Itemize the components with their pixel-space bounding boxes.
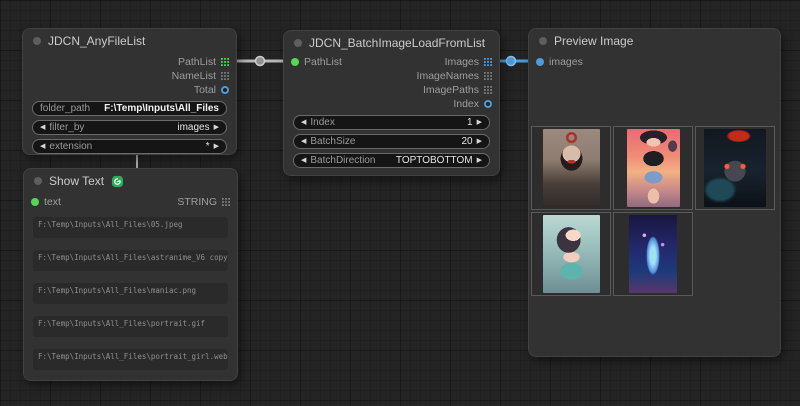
node-title: Show Text (49, 174, 104, 188)
link-midpoint-dot (256, 57, 265, 66)
pathlist-input-dot[interactable] (291, 58, 299, 66)
node-preview-image[interactable]: Preview Image images (528, 28, 781, 357)
images-output-icon[interactable] (484, 58, 492, 66)
increment-arrow-icon[interactable]: ▶ (477, 157, 482, 164)
list-output-icon[interactable] (221, 58, 229, 66)
widget-filter-by[interactable]: ◀ filter_by images ▶ (32, 120, 227, 135)
node-graph-canvas[interactable]: JDCN_AnyFileList PathList NameList Total… (0, 0, 800, 406)
text-input-dot[interactable] (31, 198, 39, 206)
list-output-icon[interactable] (221, 72, 229, 80)
text-output-box[interactable]: F:\Temp\Inputs\All_Files\maniac.png (33, 283, 228, 304)
node-titlebar[interactable]: Show Text (24, 169, 237, 193)
node-show-text[interactable]: Show Text text STRING F:\Temp\Inputs\All… (23, 168, 238, 381)
slot-row-pathlist-images: PathList Images (284, 55, 499, 69)
link-midpoint-dot (507, 57, 516, 66)
custom-scripts-badge-icon (111, 175, 124, 188)
preview-cell (613, 126, 693, 210)
node-title: JDCN_BatchImageLoadFromList (309, 36, 485, 50)
node-title: Preview Image (554, 34, 633, 48)
preview-cell (695, 126, 775, 210)
decrement-arrow-icon[interactable]: ◀ (40, 143, 45, 150)
widget-extension[interactable]: ◀ extension * ▶ (32, 139, 227, 154)
preview-thumbnail-grid (531, 126, 779, 296)
string-output-icon[interactable] (222, 198, 230, 206)
increment-arrow-icon[interactable]: ▶ (477, 138, 482, 145)
node-titlebar[interactable]: JDCN_BatchImageLoadFromList (284, 31, 499, 55)
widget-index[interactable]: ◀ Index 1 ▶ (293, 115, 490, 130)
preview-cell (531, 212, 611, 296)
decrement-arrow-icon[interactable]: ◀ (301, 157, 306, 164)
list-output-icon[interactable] (484, 72, 492, 80)
widget-batchdirection[interactable]: ◀ BatchDirection TOPTOBOTTOM ▶ (293, 153, 490, 168)
text-output-box[interactable]: F:\Temp\Inputs\All_Files\05.jpeg (33, 217, 228, 238)
collapse-dot[interactable] (294, 39, 302, 47)
text-output-box[interactable]: F:\Temp\Inputs\All_Files\portrait_girl.w… (33, 349, 228, 370)
int-output-dot[interactable] (221, 86, 229, 94)
preview-thumbnail (629, 215, 677, 293)
node-titlebar[interactable]: JDCN_AnyFileList (23, 29, 236, 53)
node-jdcn-anyfilelist[interactable]: JDCN_AnyFileList PathList NameList Total… (22, 28, 237, 155)
int-output-dot[interactable] (484, 100, 492, 108)
output-slot-imagenames: ImageNames (284, 69, 499, 83)
node-title: JDCN_AnyFileList (48, 34, 145, 48)
decrement-arrow-icon[interactable]: ◀ (301, 119, 306, 126)
increment-arrow-icon[interactable]: ▶ (214, 143, 219, 150)
decrement-arrow-icon[interactable]: ◀ (301, 138, 306, 145)
collapse-dot[interactable] (33, 37, 41, 45)
slot-row-text-string: text STRING (24, 195, 237, 209)
decrement-arrow-icon[interactable]: ◀ (40, 124, 45, 131)
output-slot-imagepaths: ImagePaths (284, 83, 499, 97)
preview-thumbnail (543, 215, 600, 293)
preview-cell (531, 126, 611, 210)
widget-folder-path[interactable]: folder_path F:\Temp\Inputs\All_Files (32, 101, 227, 116)
preview-thumbnail (704, 129, 766, 207)
collapse-dot[interactable] (34, 177, 42, 185)
widget-batchsize[interactable]: ◀ BatchSize 20 ▶ (293, 134, 490, 149)
text-output-box[interactable]: F:\Temp\Inputs\All_Files\astranime_V6 co… (33, 250, 228, 271)
output-slot-pathlist: PathList (23, 55, 236, 69)
input-slot-images: images (529, 55, 780, 69)
list-output-icon[interactable] (484, 86, 492, 94)
text-output-box[interactable]: F:\Temp\Inputs\All_Files\portrait.gif (33, 316, 228, 337)
output-slot-total: Total (23, 83, 236, 97)
preview-thumbnail (627, 129, 680, 207)
node-titlebar[interactable]: Preview Image (529, 29, 780, 53)
output-slot-namelist: NameList (23, 69, 236, 83)
preview-thumbnail (543, 129, 600, 207)
increment-arrow-icon[interactable]: ▶ (477, 119, 482, 126)
preview-cell (613, 212, 693, 296)
images-input-dot[interactable] (536, 58, 544, 66)
increment-arrow-icon[interactable]: ▶ (214, 124, 219, 131)
collapse-dot[interactable] (539, 37, 547, 45)
node-jdcn-batchimageloadfromlist[interactable]: JDCN_BatchImageLoadFromList PathList Ima… (283, 30, 500, 176)
output-slot-index: Index (284, 97, 499, 111)
